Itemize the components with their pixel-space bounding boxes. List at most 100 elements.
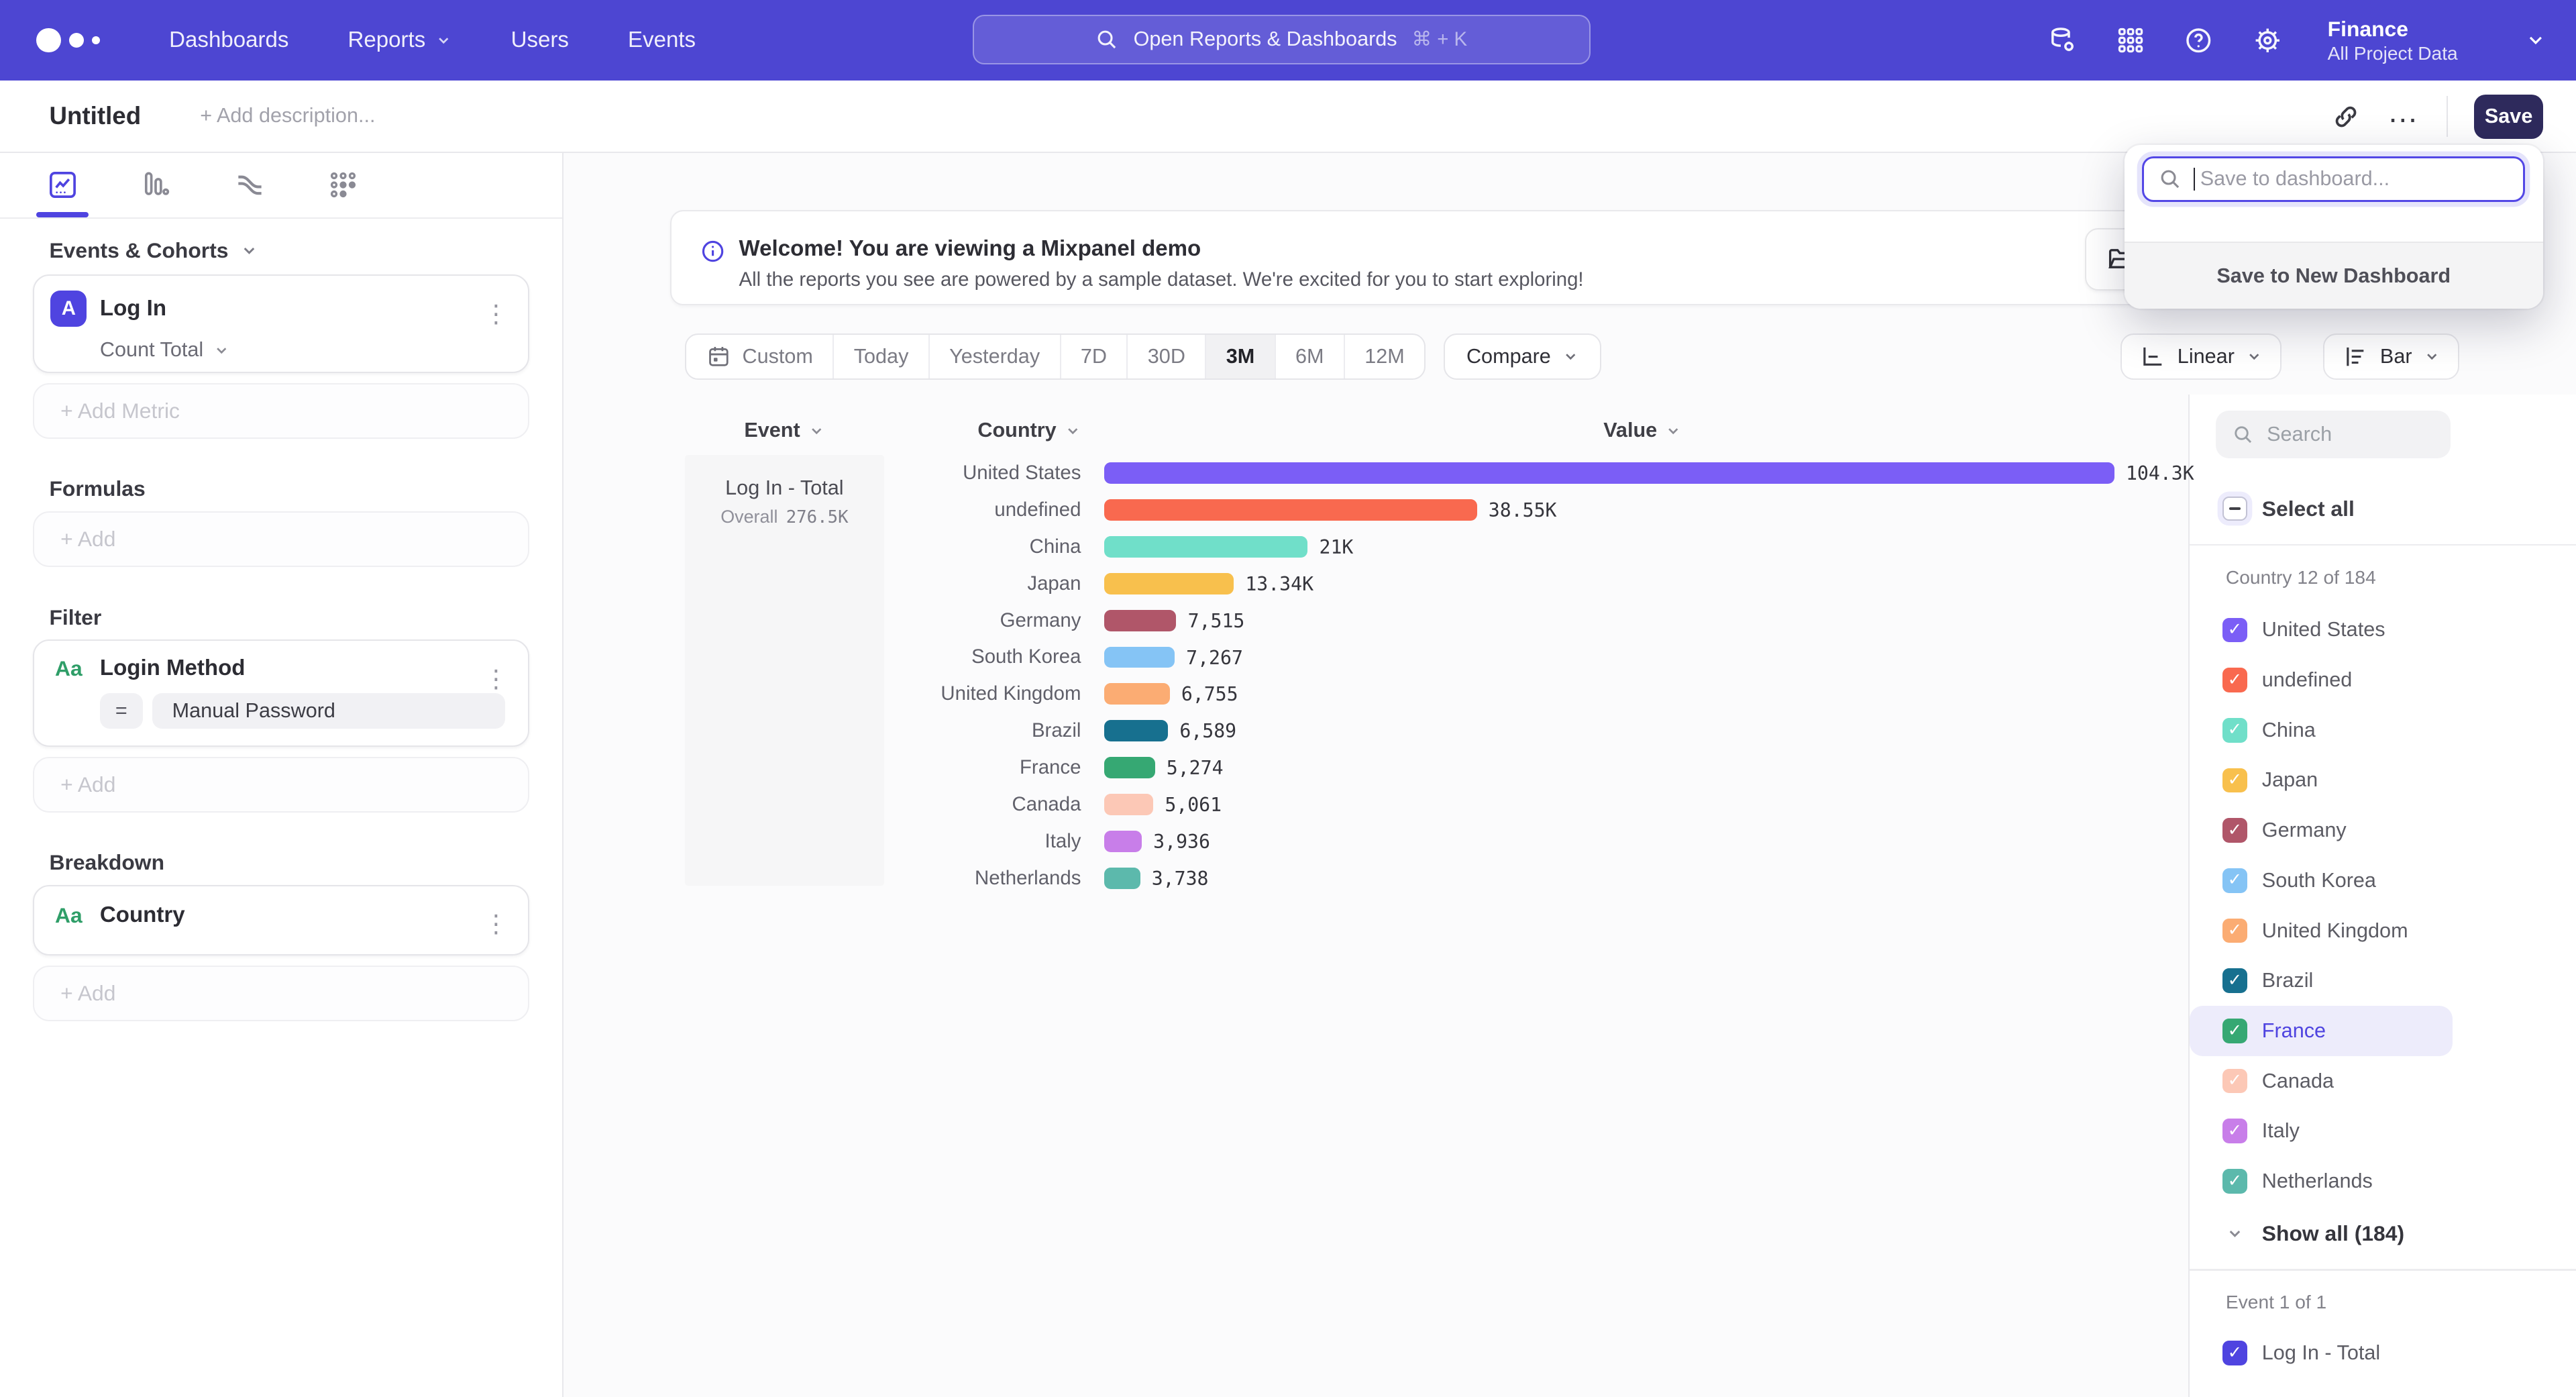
mixpanel-logo[interactable] bbox=[36, 28, 100, 53]
save-button[interactable]: Save bbox=[2474, 95, 2543, 139]
bar-segment[interactable] bbox=[1104, 720, 1169, 741]
chevron-down-icon bbox=[1065, 423, 1081, 439]
segment-netherlands[interactable]: ✓Netherlands bbox=[2190, 1156, 2453, 1206]
bar-segment[interactable] bbox=[1104, 462, 2114, 484]
range-label: Custom bbox=[742, 345, 812, 368]
segment-south-korea[interactable]: ✓South Korea bbox=[2190, 856, 2453, 906]
checkbox-netherlands[interactable]: ✓ bbox=[2222, 1169, 2247, 1194]
metric-kebab-menu[interactable]: ⋮ bbox=[484, 299, 508, 328]
segment-search-input[interactable]: Search bbox=[2216, 411, 2451, 458]
filter-operator[interactable]: = bbox=[100, 693, 143, 729]
checkbox-undefined[interactable]: ✓ bbox=[2222, 668, 2247, 692]
select-all-row[interactable]: Select all bbox=[2190, 497, 2576, 521]
range-12m[interactable]: 12M bbox=[1344, 335, 1424, 378]
metric-aggregation-dropdown[interactable]: Count Total bbox=[100, 338, 508, 362]
global-search[interactable]: Open Reports & Dashboards ⌘ + K bbox=[973, 15, 1591, 64]
save-to-new-dashboard-button[interactable]: Save to New Dashboard bbox=[2125, 242, 2543, 309]
column-header-event[interactable]: Event bbox=[685, 419, 883, 442]
bar-segment[interactable] bbox=[1104, 647, 1175, 668]
add-breakdown-button[interactable]: + Add bbox=[33, 966, 529, 1021]
metric-card[interactable]: A Log In ⋮ Count Total bbox=[33, 274, 529, 373]
apps-grid-icon[interactable] bbox=[2116, 25, 2145, 55]
breakdown-card[interactable]: Aa Country ⋮ bbox=[33, 885, 529, 955]
event-segment-log-in-total[interactable]: ✓Log In - Total bbox=[2190, 1328, 2453, 1378]
compare-label: Compare bbox=[1466, 345, 1551, 368]
select-all-checkbox[interactable] bbox=[2222, 497, 2247, 521]
range-yesterday[interactable]: Yesterday bbox=[928, 335, 1060, 378]
tab-flows[interactable] bbox=[233, 153, 266, 217]
project-chevron-icon[interactable] bbox=[2525, 30, 2546, 51]
range-3m[interactable]: 3M bbox=[1205, 335, 1274, 378]
segment-china[interactable]: ✓China bbox=[2190, 705, 2453, 756]
column-header-value[interactable]: Value bbox=[1603, 419, 1682, 442]
filter-value[interactable]: Manual Password bbox=[152, 693, 504, 729]
checkbox-germany[interactable]: ✓ bbox=[2222, 818, 2247, 843]
show-all-toggle[interactable]: Show all (184) bbox=[2190, 1221, 2576, 1246]
checkbox-united-kingdom[interactable]: ✓ bbox=[2222, 919, 2247, 943]
events-cohorts-header[interactable]: Events & Cohorts bbox=[49, 238, 529, 263]
compare-button[interactable]: Compare bbox=[1444, 333, 1601, 380]
settings-gear-icon[interactable] bbox=[2252, 25, 2284, 56]
tab-retention[interactable] bbox=[327, 153, 360, 217]
range-7d[interactable]: 7D bbox=[1060, 335, 1127, 378]
bar-segment[interactable] bbox=[1104, 757, 1155, 778]
data-management-icon[interactable] bbox=[2047, 25, 2078, 56]
segment-brazil[interactable]: ✓Brazil bbox=[2190, 955, 2453, 1006]
tab-insights[interactable] bbox=[46, 153, 79, 217]
checkbox-japan[interactable]: ✓ bbox=[2222, 768, 2247, 793]
bar-segment[interactable] bbox=[1104, 683, 1170, 705]
add-formula-button[interactable]: + Add bbox=[33, 511, 529, 567]
segment-undefined[interactable]: ✓undefined bbox=[2190, 655, 2453, 705]
bar-segment[interactable] bbox=[1104, 831, 1142, 852]
bar-segment[interactable] bbox=[1104, 868, 1140, 889]
add-filter-button[interactable]: + Add bbox=[33, 757, 529, 813]
nav-item-reports[interactable]: Reports bbox=[348, 28, 452, 53]
report-title[interactable]: Untitled bbox=[49, 102, 141, 130]
breakdown-kebab-menu[interactable]: ⋮ bbox=[484, 909, 508, 938]
segment-germany[interactable]: ✓Germany bbox=[2190, 805, 2453, 856]
copy-link-icon[interactable] bbox=[2331, 102, 2361, 132]
segment-united-kingdom[interactable]: ✓United Kingdom bbox=[2190, 906, 2453, 956]
column-header-country[interactable]: Country bbox=[859, 419, 1081, 442]
bar-segment[interactable] bbox=[1104, 536, 1308, 558]
nav-item-users[interactable]: Users bbox=[511, 28, 569, 53]
save-dashboard-search-input[interactable]: Save to dashboard... bbox=[2142, 156, 2525, 203]
filter-property-name[interactable]: Login Method bbox=[100, 656, 246, 681]
segment-japan[interactable]: ✓Japan bbox=[2190, 756, 2453, 806]
filter-kebab-menu[interactable]: ⋮ bbox=[484, 664, 508, 693]
nav-item-events[interactable]: Events bbox=[628, 28, 696, 53]
bar-segment[interactable] bbox=[1104, 499, 1477, 521]
segment-filter-panel: Search Select all Country 12 of 184 ✓Uni… bbox=[2188, 395, 2576, 1397]
help-icon[interactable] bbox=[2183, 25, 2214, 56]
segment-france[interactable]: ✓France bbox=[2190, 1006, 2453, 1056]
bar-segment[interactable] bbox=[1104, 794, 1153, 815]
range-30d[interactable]: 30D bbox=[1126, 335, 1205, 378]
segment-canada[interactable]: ✓Canada bbox=[2190, 1056, 2453, 1106]
checkbox-brazil[interactable]: ✓ bbox=[2222, 968, 2247, 993]
range-custom[interactable]: Custom bbox=[686, 335, 833, 378]
nav-item-dashboards[interactable]: Dashboards bbox=[169, 28, 288, 53]
checkbox-france[interactable]: ✓ bbox=[2222, 1019, 2247, 1043]
add-metric-button[interactable]: + Add Metric bbox=[33, 383, 529, 439]
range-6m[interactable]: 6M bbox=[1275, 335, 1344, 378]
add-description[interactable]: + Add description... bbox=[200, 104, 375, 127]
metric-event-name[interactable]: Log In bbox=[100, 296, 166, 321]
checkbox-united-states[interactable]: ✓ bbox=[2222, 618, 2247, 643]
checkbox-china[interactable]: ✓ bbox=[2222, 718, 2247, 743]
scale-dropdown[interactable]: Linear bbox=[2121, 333, 2282, 380]
tab-funnels[interactable] bbox=[140, 153, 172, 217]
chart-type-dropdown[interactable]: Bar bbox=[2323, 333, 2459, 380]
filter-card[interactable]: Aa Login Method ⋮ = Manual Password bbox=[33, 639, 529, 747]
breakdown-property-name[interactable]: Country bbox=[100, 902, 185, 928]
segment-italy[interactable]: ✓Italy bbox=[2190, 1106, 2453, 1156]
bar-segment[interactable] bbox=[1104, 573, 1234, 594]
range-today[interactable]: Today bbox=[833, 335, 928, 378]
more-options-button[interactable]: … bbox=[2387, 103, 2420, 130]
checkbox-italy[interactable]: ✓ bbox=[2222, 1119, 2247, 1143]
checkbox-canada[interactable]: ✓ bbox=[2222, 1069, 2247, 1094]
bar-segment[interactable] bbox=[1104, 610, 1177, 631]
checkbox-log-in-total[interactable]: ✓ bbox=[2222, 1341, 2247, 1365]
project-selector[interactable]: Finance All Project Data bbox=[2328, 16, 2458, 64]
segment-united-states[interactable]: ✓United States bbox=[2190, 605, 2453, 656]
checkbox-south-korea[interactable]: ✓ bbox=[2222, 868, 2247, 893]
